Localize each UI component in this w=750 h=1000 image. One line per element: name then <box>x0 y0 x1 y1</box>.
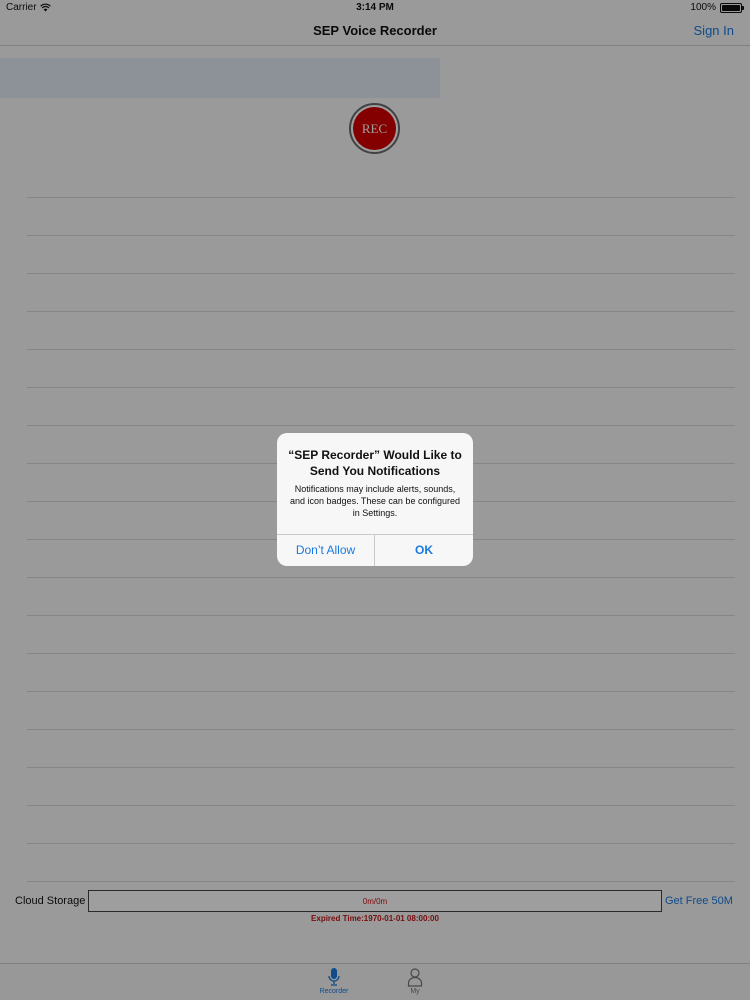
dont-allow-button[interactable]: Don’t Allow <box>277 534 374 566</box>
notification-permission-alert: “SEP Recorder” Would Like to Send You No… <box>277 433 473 566</box>
alert-message: Notifications may include alerts, sounds… <box>290 484 460 518</box>
ok-button[interactable]: OK <box>375 534 473 566</box>
alert-title: “SEP Recorder” Would Like to Send You No… <box>288 448 462 478</box>
